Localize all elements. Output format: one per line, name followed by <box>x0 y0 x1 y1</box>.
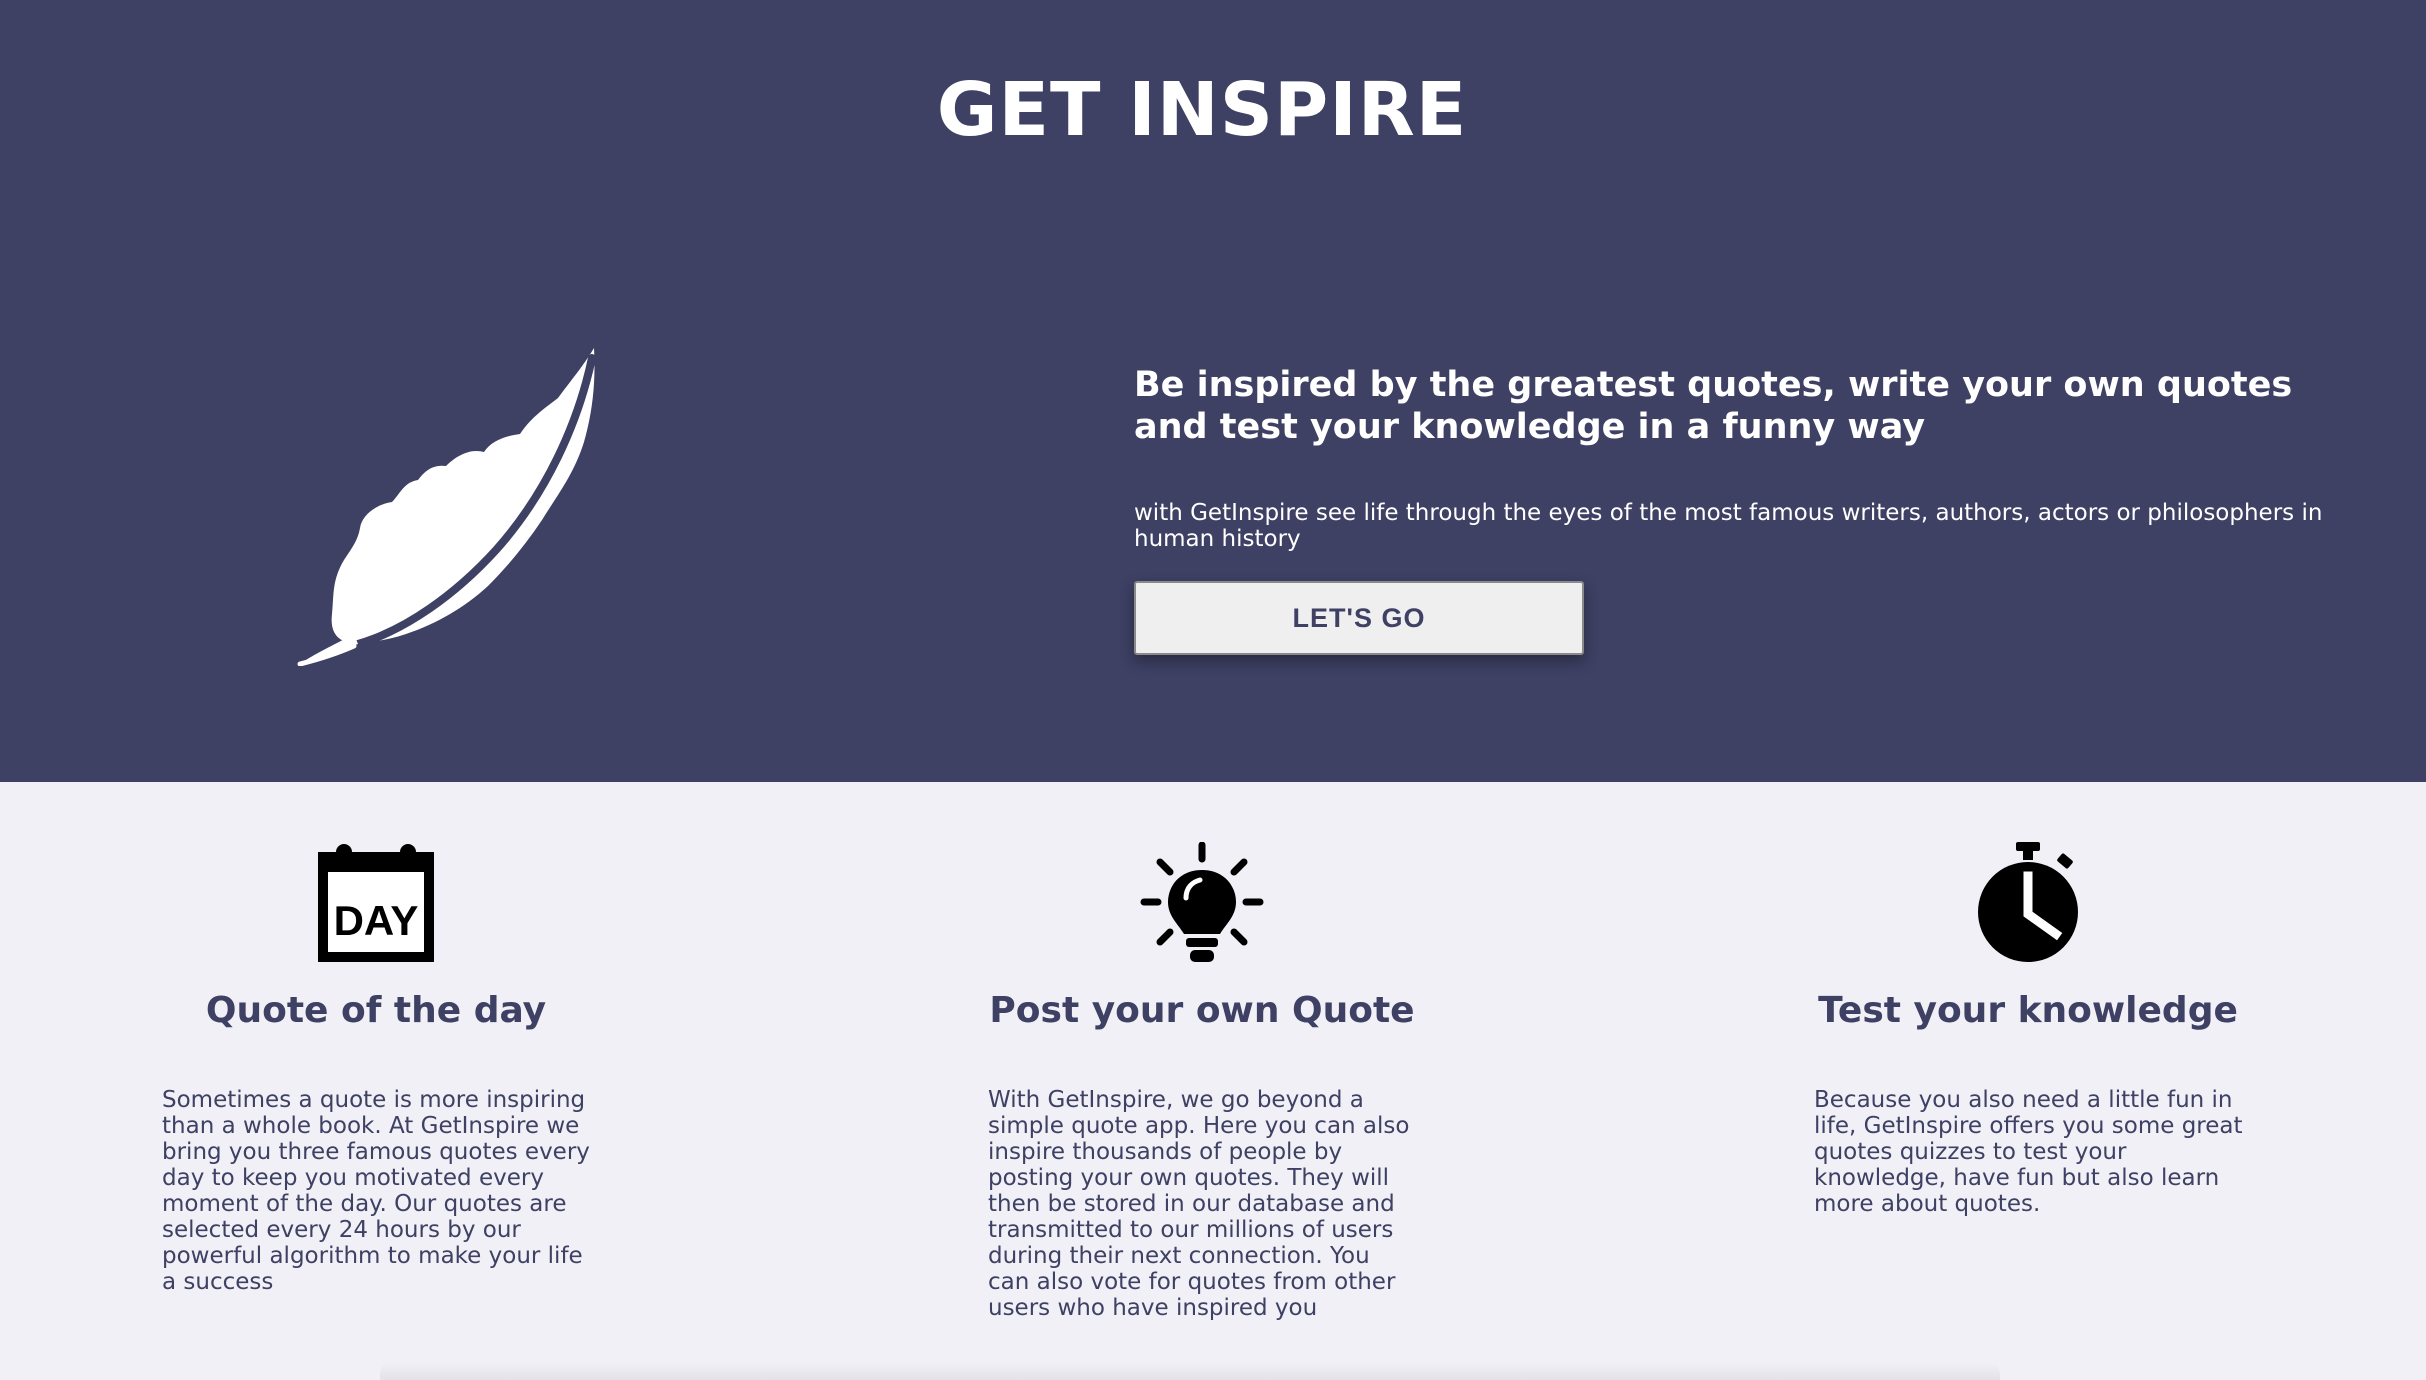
site-title: GET INSPIRE <box>936 67 1468 153</box>
hero-headline: Be inspired by the greatest quotes, writ… <box>1134 365 2293 447</box>
bottom-panel-edge <box>380 1362 2000 1380</box>
features-section: DAY Quote of the day Sometimes a quote i… <box>0 782 2426 1380</box>
stopwatch-icon <box>1978 842 2078 962</box>
lets-go-button[interactable]: LET'S GO <box>1134 581 1584 655</box>
calendar-day-icon: DAY <box>318 844 434 962</box>
feature-description: Sometimes a quote is more inspiring than… <box>162 1087 590 1295</box>
feature-title: Post your own Quote <box>989 990 1415 1031</box>
lightbulb-icon <box>1140 842 1264 962</box>
feature-title: Quote of the day <box>205 990 547 1031</box>
feather-icon <box>297 348 596 666</box>
feature-description: Because you also need a little fun in li… <box>1814 1087 2243 1217</box>
hero-text: Be inspired by the greatest quotes, writ… <box>1134 364 2354 552</box>
hero-section: GET INSPIRE Be inspired by the greatest … <box>0 0 2426 782</box>
feature-title: Test your knowledge <box>1818 990 2238 1031</box>
feature-description: With GetInspire, we go beyond a simple q… <box>988 1087 1410 1321</box>
calendar-day-label: DAY <box>334 897 419 944</box>
hero-subline: with GetInspire see life through the eye… <box>1134 500 2323 552</box>
